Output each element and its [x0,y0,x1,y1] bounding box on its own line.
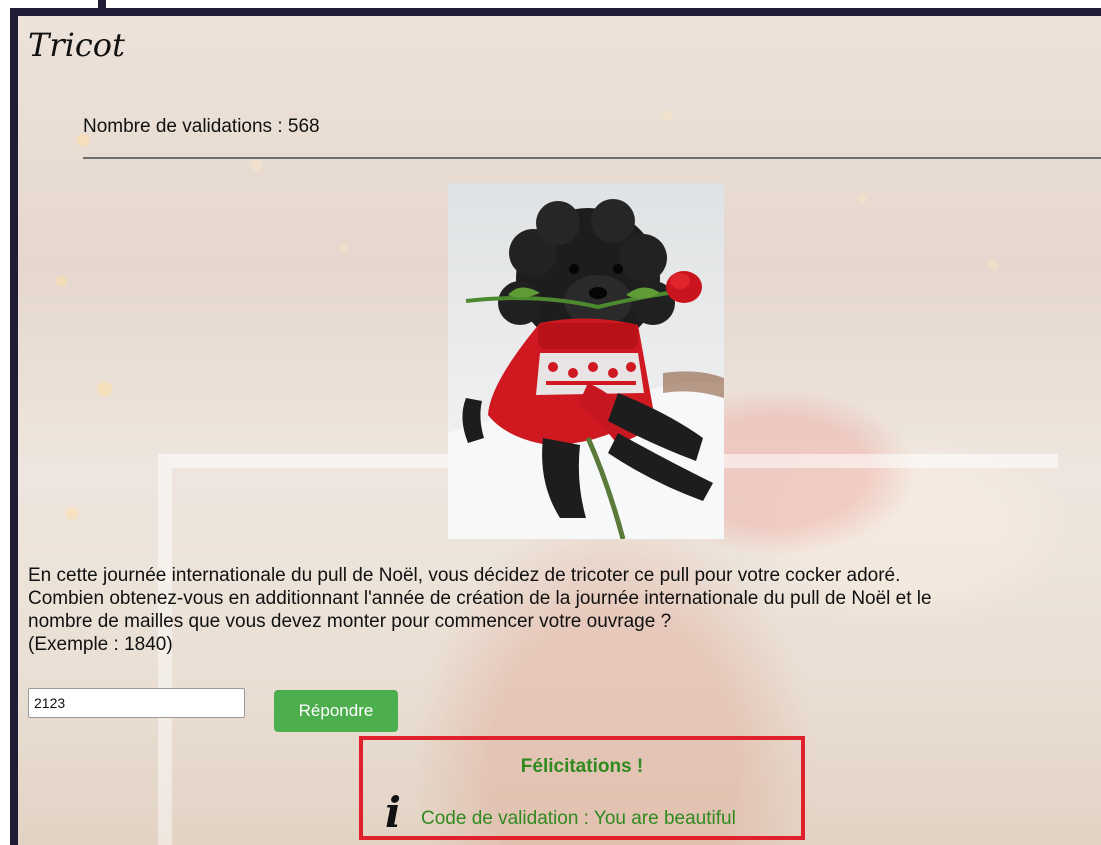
question-line-2: Combien obtenez-vous en additionnant l'a… [28,588,932,609]
validation-count: Nombre de validations : 568 [83,116,320,138]
result-message-prefix: Code de validation : [421,808,594,829]
content-panel: Tricot Nombre de validations : 568 En ce… [18,16,1101,845]
dog-illustration [448,199,724,539]
divider [83,157,1101,159]
result-message: Code de validation : You are beautiful [421,808,736,830]
answer-input[interactable] [28,688,245,718]
question-example: (Exemple : 1840) [28,634,173,655]
result-box: Félicitations ! i Code de validation : Y… [359,736,805,840]
dog-in-sweater-photo [448,183,724,539]
validation-count-label: Nombre de validations : [83,116,288,137]
question-text: En cette journée internationale du pull … [28,564,1096,656]
validation-code: You are beautiful [593,808,736,829]
info-icon: i [385,788,401,837]
question-line-3: nombre de mailles que vous devez monter … [28,611,672,632]
page-title: Tricot [28,26,125,64]
validation-count-value: 568 [287,116,320,137]
question-line-1: En cette journée internationale du pull … [28,565,901,586]
submit-button[interactable]: Répondre [274,690,398,732]
result-title: Félicitations ! [520,756,644,777]
